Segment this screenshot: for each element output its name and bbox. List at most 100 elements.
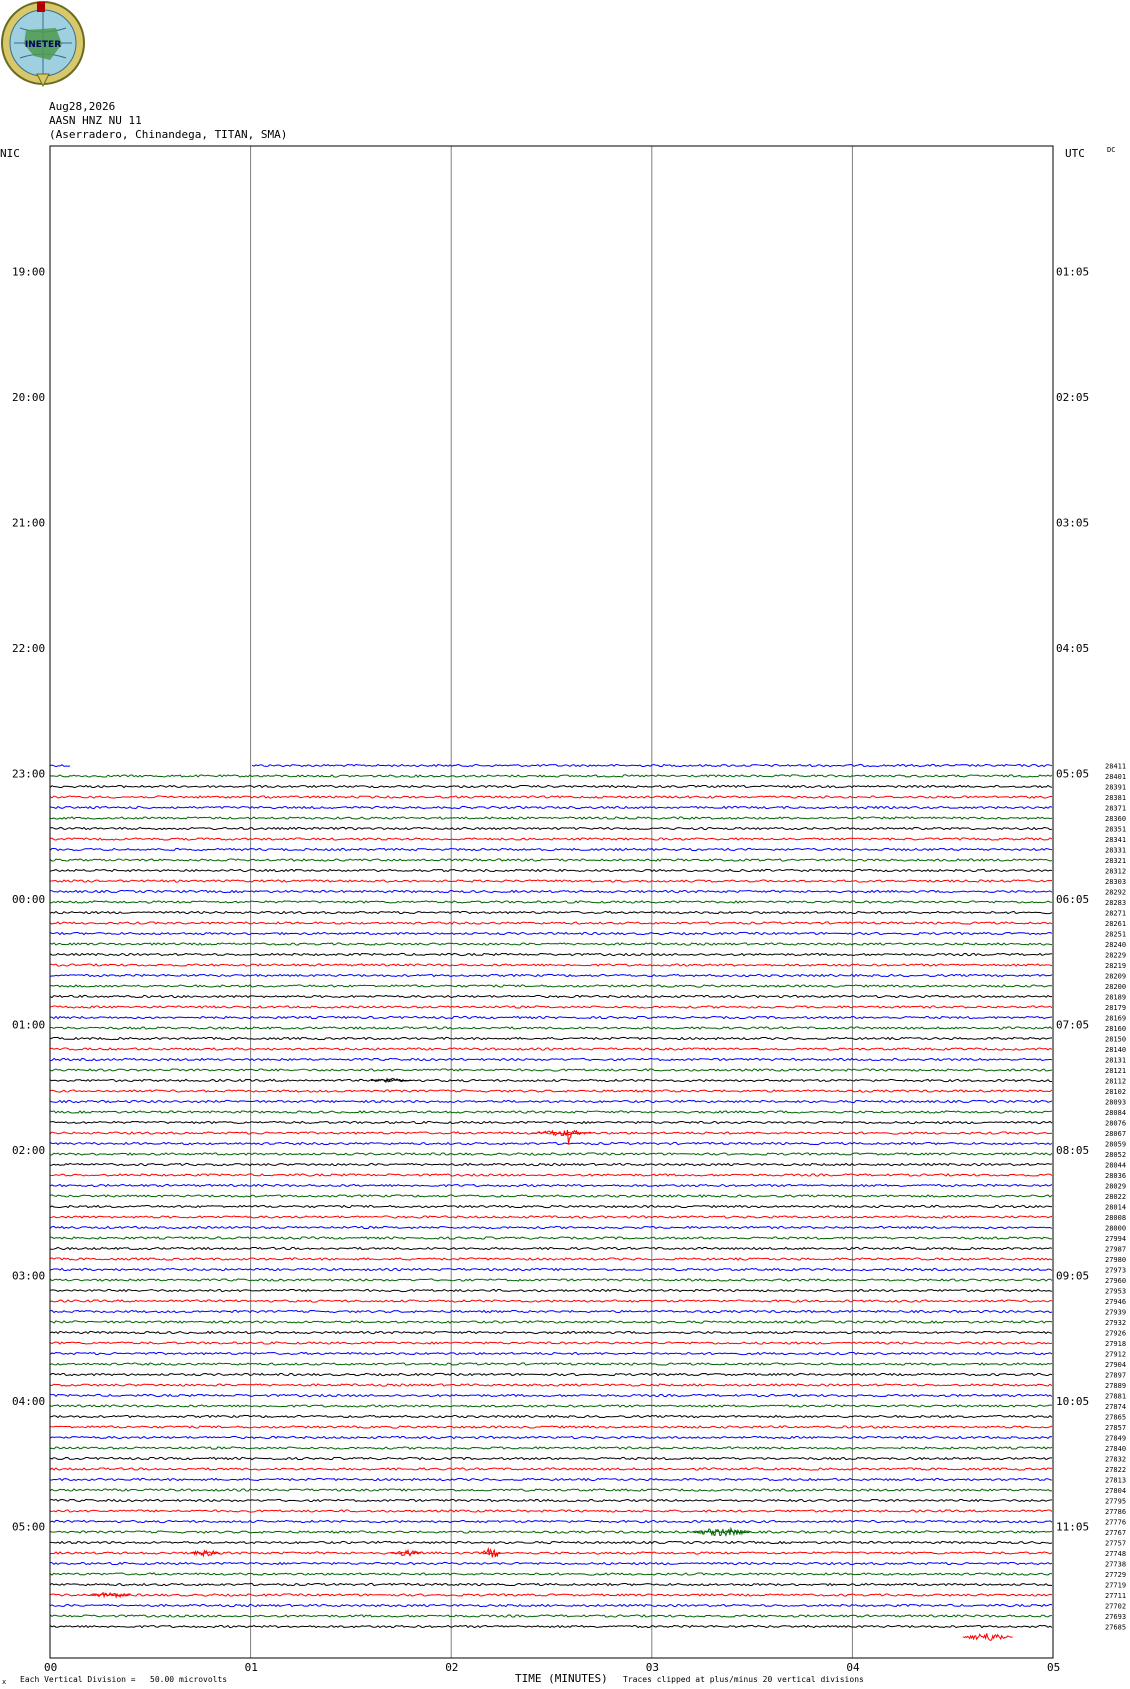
- seismic-trace: [49, 1152, 1053, 1156]
- right-zone-label: UTC: [1065, 147, 1085, 160]
- trace-count-label: 28169: [1105, 1015, 1126, 1023]
- seismic-trace: [49, 1057, 1053, 1062]
- trace-count-label: 27849: [1105, 1435, 1126, 1443]
- trace-count-label: 28219: [1105, 962, 1126, 970]
- trace-count-label: 28029: [1105, 1183, 1126, 1191]
- seismic-trace: [49, 1047, 1053, 1051]
- seismic-trace: [49, 1005, 1053, 1009]
- trace-count-label: 28044: [1105, 1162, 1126, 1170]
- x-tick-label: 03: [646, 1661, 659, 1674]
- trace-count-label: 28000: [1105, 1225, 1126, 1233]
- trace-count-label: 28084: [1105, 1109, 1126, 1117]
- trace-count-label: 28271: [1105, 910, 1126, 918]
- trace-count-label: 28401: [1105, 773, 1126, 781]
- seismic-trace: [49, 931, 1053, 936]
- seismic-trace: [49, 1404, 1053, 1408]
- seismic-trace: [49, 973, 1053, 978]
- right-hour-label: 05:05: [1056, 768, 1089, 781]
- right-hour-label: 07:05: [1056, 1019, 1089, 1032]
- trace-count-label: 27953: [1105, 1288, 1126, 1296]
- trace-count-label: 27832: [1105, 1456, 1126, 1464]
- seismic-trace: [49, 1435, 1053, 1440]
- trace-count-label: 28312: [1105, 868, 1126, 876]
- seismic-trace: [49, 1593, 1053, 1597]
- seismic-trace: [49, 1246, 1053, 1251]
- seismic-trace: [49, 1236, 1053, 1240]
- right-hour-label: 10:05: [1056, 1395, 1089, 1408]
- trace-count-label: 28283: [1105, 899, 1126, 907]
- seismic-trace: [49, 921, 1053, 925]
- right-hour-label: 11:05: [1056, 1521, 1089, 1534]
- helicorder-plot: 00 01 02 03 04 05 19:00 01:05 20:00 02:05 21:00 03:…: [0, 145, 1126, 1686]
- seismic-trace: [49, 1488, 1053, 1492]
- seismic-trace: [49, 1089, 1053, 1093]
- trace-count-label: 28076: [1105, 1120, 1126, 1128]
- seismic-trace: [49, 1498, 1053, 1503]
- seismic-trace: [49, 1288, 1053, 1293]
- seismic-trace: [49, 1194, 1053, 1198]
- seismic-trace: [49, 763, 1053, 768]
- seismic-trace: [49, 1120, 1053, 1125]
- seismic-trace: [49, 1078, 1053, 1083]
- trace-count-label: 28411: [1105, 763, 1126, 771]
- clip-note: Traces clipped at plus/minus 20 vertical…: [623, 1675, 864, 1684]
- trace-count-label: 27685: [1105, 1624, 1126, 1632]
- left-hour-label: 22:00: [12, 642, 45, 655]
- x-tick-label: 00: [44, 1661, 57, 1674]
- seismic-trace: [49, 1141, 1053, 1146]
- seismic-events: [90, 1077, 1013, 1641]
- seismic-trace: [49, 1477, 1053, 1482]
- seismic-trace: [49, 1383, 1053, 1387]
- left-hour-label: 20:00: [12, 391, 45, 404]
- trace-count-label: 28131: [1105, 1057, 1126, 1065]
- trace-count-label: 27912: [1105, 1351, 1126, 1359]
- trace-count-label: 27857: [1105, 1424, 1126, 1432]
- seismic-trace: [49, 826, 1053, 831]
- seismic-trace: [49, 1351, 1053, 1356]
- seismic-event: [962, 1633, 1013, 1641]
- left-zone-label: NIC: [0, 147, 20, 160]
- seismic-trace: [49, 1320, 1053, 1324]
- trace-count-label: 28321: [1105, 857, 1126, 865]
- left-hour-label: 00:00: [12, 893, 45, 906]
- trace-count-label: 28052: [1105, 1151, 1126, 1159]
- trace-count-label: 27897: [1105, 1372, 1126, 1380]
- seismic-trace: [49, 868, 1053, 873]
- trace-count-label: 28093: [1105, 1099, 1126, 1107]
- trace-count-label: 27889: [1105, 1382, 1126, 1390]
- seismic-trace: [49, 1162, 1053, 1167]
- trace-count-label: 28014: [1105, 1204, 1126, 1212]
- seismic-trace: [49, 1110, 1053, 1114]
- trace-count-label: 28067: [1105, 1130, 1126, 1138]
- trace-count-label: 27822: [1105, 1466, 1126, 1474]
- seismic-trace: [49, 1509, 1053, 1513]
- trace-count-label: 28140: [1105, 1046, 1126, 1054]
- seismic-trace: [49, 1257, 1053, 1261]
- trace-count-label: 27973: [1105, 1267, 1126, 1275]
- trace-count-label: 28059: [1105, 1141, 1126, 1149]
- trace-count-label: 28160: [1105, 1025, 1126, 1033]
- right-hour-label: 01:05: [1056, 266, 1089, 279]
- trace-count-label: 28331: [1105, 847, 1126, 855]
- trace-count-label: 27939: [1105, 1309, 1126, 1317]
- left-hour-label: 19:00: [12, 266, 45, 279]
- left-hour-label: 03:00: [12, 1270, 45, 1283]
- seismic-trace: [49, 952, 1053, 957]
- seismic-trace: [49, 1372, 1053, 1377]
- trace-count-label: 28381: [1105, 794, 1126, 802]
- seismic-trace: [49, 784, 1053, 789]
- trace-count-label: 28179: [1105, 1004, 1126, 1012]
- right-hour-label: 09:05: [1056, 1270, 1089, 1283]
- left-hour-label: 01:00: [12, 1019, 45, 1032]
- trace-count-label: 27804: [1105, 1487, 1126, 1495]
- seismic-trace: [49, 1362, 1053, 1366]
- corner-mark: x: [2, 1678, 6, 1686]
- trace-count-label: 27693: [1105, 1613, 1126, 1621]
- trace-count-label: 27795: [1105, 1498, 1126, 1506]
- seismic-trace: [49, 1036, 1053, 1041]
- right-hour-label: 04:05: [1056, 642, 1089, 655]
- seismic-trace: [49, 1330, 1053, 1335]
- seismic-trace: [49, 1267, 1053, 1272]
- seismic-traces: [49, 763, 1053, 1629]
- seismic-trace: [49, 1204, 1053, 1209]
